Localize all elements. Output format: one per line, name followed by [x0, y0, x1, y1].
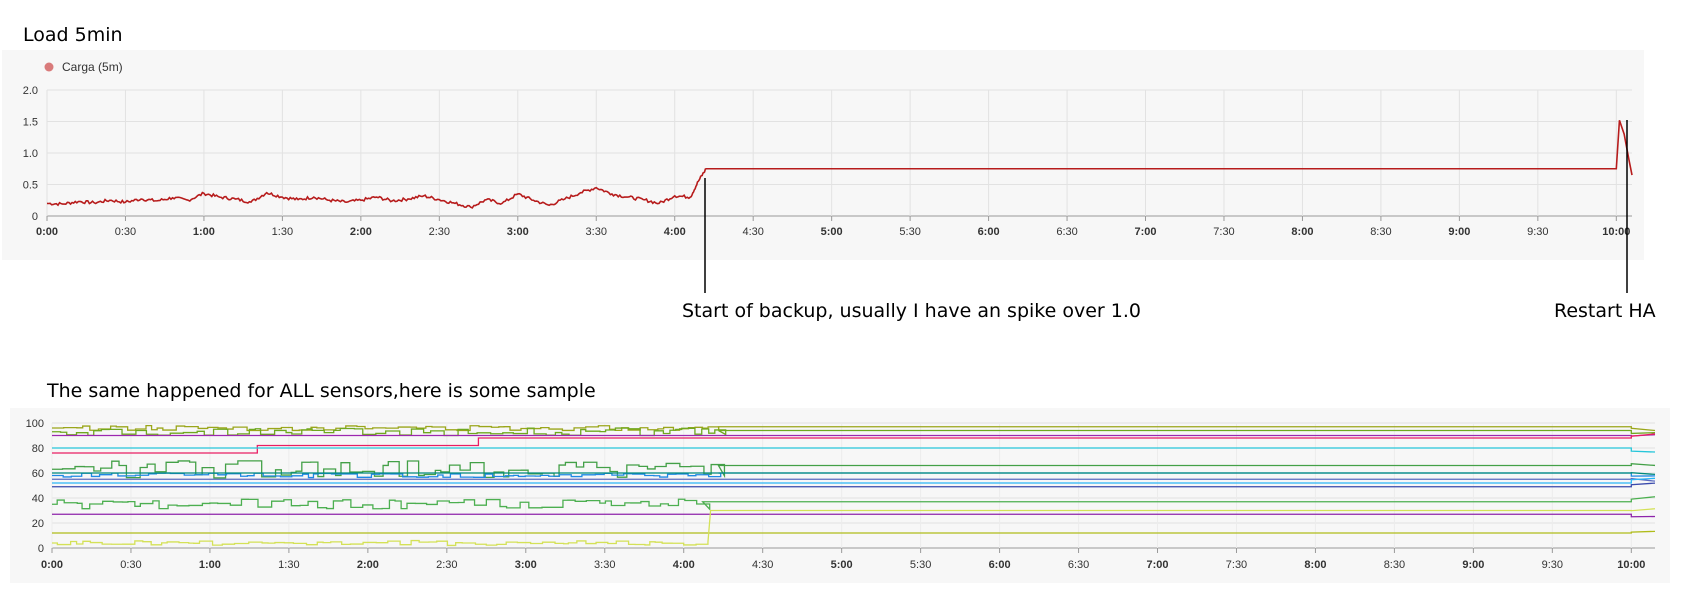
sensor-series-line [52, 424, 1656, 432]
x-tick-label: 4:30 [752, 559, 773, 571]
x-tick-label: 8:30 [1384, 559, 1405, 571]
sensor-series-line [52, 472, 1656, 479]
x-tick-label: 1:30 [278, 559, 299, 571]
y-tick-label: 0 [38, 543, 44, 555]
x-tick-label: 6:00 [989, 559, 1011, 571]
x-tick-label: 3:30 [594, 559, 615, 571]
x-tick-label: 6:30 [1068, 559, 1089, 571]
x-tick-label: 0:30 [120, 559, 141, 571]
x-tick-label: 10:00 [1617, 559, 1645, 571]
x-tick-label: 7:30 [1226, 559, 1247, 571]
x-tick-label: 8:00 [1304, 559, 1326, 571]
x-tick-label: 0:00 [41, 559, 63, 571]
x-tick-label: 2:30 [436, 559, 457, 571]
sensor-series-line [52, 496, 1656, 511]
sensor-series-line [52, 447, 1656, 453]
sensors-chart: 0 20 40 60 80 100 0:00 0:30 1:00 1:30 2:00 2:30 3:00… [26, 418, 1656, 571]
sensor-series-line [52, 434, 1656, 437]
x-tick-label: 1:00 [199, 559, 221, 571]
x-tick-label: 9:00 [1462, 559, 1484, 571]
x-tick-label: 4:00 [673, 559, 695, 571]
sensor-series-line [52, 433, 1656, 454]
y-tick-label: 100 [26, 418, 44, 430]
x-tick-label: 3:00 [515, 559, 537, 571]
y-tick-label: 60 [32, 468, 44, 480]
sensor-series-line [52, 477, 1656, 482]
sensor-series-line [52, 472, 1656, 476]
y-tick-label: 40 [32, 493, 44, 505]
x-tick-label: 5:30 [910, 559, 931, 571]
x-tick-label: 9:30 [1542, 559, 1563, 571]
y-tick-label: 20 [32, 518, 44, 530]
x-tick-label: 7:00 [1147, 559, 1169, 571]
y-tick-label: 80 [32, 443, 44, 455]
x-tick-label: 2:00 [357, 559, 379, 571]
sensor-series-line [52, 530, 1656, 534]
sensor-series-line [52, 513, 1656, 518]
x-tick-label: 5:00 [831, 559, 853, 571]
